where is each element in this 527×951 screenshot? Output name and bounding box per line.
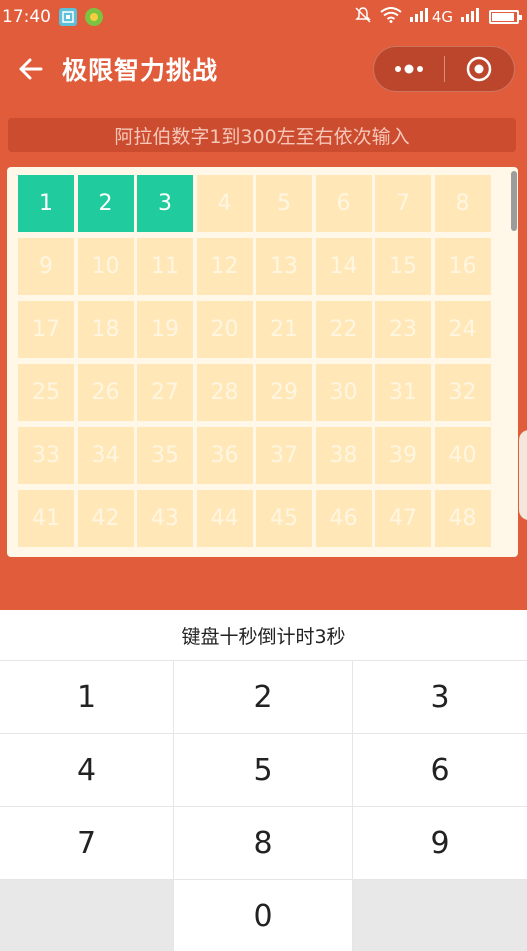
grid-cell: 25 bbox=[18, 364, 74, 421]
mute-icon bbox=[354, 6, 372, 29]
keyboard-key-7[interactable]: 7 bbox=[0, 807, 174, 880]
grid-cell: 36 bbox=[196, 427, 253, 484]
battery-icon bbox=[489, 10, 522, 24]
status-bar: 17:40 4G bbox=[0, 0, 527, 34]
grid-cell: 29 bbox=[256, 364, 312, 421]
grid-cell: 48 bbox=[434, 490, 491, 547]
grid-cell: 24 bbox=[434, 301, 491, 358]
grid-scrollbar[interactable] bbox=[511, 171, 517, 231]
grid-cell: 11 bbox=[137, 238, 193, 295]
keyboard-blank-key bbox=[0, 880, 174, 951]
grid-cell: 9 bbox=[18, 238, 74, 295]
grid-cell: 3 bbox=[137, 175, 193, 232]
keyboard-key-5[interactable]: 5 bbox=[174, 734, 353, 807]
grid-cell: 8 bbox=[434, 175, 491, 232]
grid-cell: 33 bbox=[18, 427, 74, 484]
nav-bar: 极限智力挑战 bbox=[0, 34, 527, 104]
grid-cell: 41 bbox=[18, 490, 74, 547]
page-title: 极限智力挑战 bbox=[62, 56, 219, 85]
grid-cell: 28 bbox=[196, 364, 253, 421]
grid-cell: 4 bbox=[196, 175, 253, 232]
grid-cell: 5 bbox=[256, 175, 312, 232]
grid-cell: 22 bbox=[315, 301, 372, 358]
keyboard-key-6[interactable]: 6 bbox=[353, 734, 527, 807]
close-button[interactable] bbox=[445, 47, 515, 91]
grid-cell: 20 bbox=[196, 301, 253, 358]
arrow-left-icon bbox=[19, 58, 43, 80]
grid-cell: 7 bbox=[375, 175, 431, 232]
grid-cell: 10 bbox=[77, 238, 134, 295]
grid-cell: 27 bbox=[137, 364, 193, 421]
grid-cell: 15 bbox=[375, 238, 431, 295]
instruction-banner: 阿拉伯数字1到300左至右依次输入 bbox=[8, 118, 516, 152]
target-circle-icon bbox=[467, 56, 492, 82]
grid-cell: 19 bbox=[137, 301, 193, 358]
grid-cell: 32 bbox=[434, 364, 491, 421]
grid-cell: 21 bbox=[256, 301, 312, 358]
status-left: 17:40 bbox=[2, 7, 103, 27]
grid-cell: 12 bbox=[196, 238, 253, 295]
grid-cell: 23 bbox=[375, 301, 431, 358]
grid-cell: 26 bbox=[77, 364, 134, 421]
signal-icon-2 bbox=[461, 7, 481, 27]
keyboard-key-4[interactable]: 4 bbox=[0, 734, 174, 807]
status-right: 4G bbox=[354, 6, 522, 29]
keyboard-countdown: 键盘十秒倒计时3秒 bbox=[0, 610, 527, 661]
status-time: 17:40 bbox=[2, 7, 51, 27]
grid-cell: 42 bbox=[77, 490, 134, 547]
side-drawer-handle[interactable] bbox=[519, 430, 527, 520]
keyboard-key-2[interactable]: 2 bbox=[174, 661, 353, 734]
grid-cell: 39 bbox=[375, 427, 431, 484]
grid-cell: 35 bbox=[137, 427, 193, 484]
wifi-icon bbox=[380, 6, 402, 28]
number-grid-panel: 1 2 3 4 5 6 7 8 9 10 11 12 13 14 15 16 17 18 19 20 21 22 23 24 2… bbox=[7, 167, 518, 557]
grid-cell: 18 bbox=[77, 301, 134, 358]
grid-cell: 40 bbox=[434, 427, 491, 484]
grid-cell: 30 bbox=[315, 364, 372, 421]
grid-cell: 44 bbox=[196, 490, 253, 547]
scan-notification-icon bbox=[59, 8, 77, 26]
keyboard-keys: 123 456 7890 bbox=[0, 661, 527, 951]
number-keyboard: 键盘十秒倒计时3秒 123 456 7890 bbox=[0, 610, 527, 951]
grid-cell: 6 bbox=[315, 175, 372, 232]
grid-cell: 14 bbox=[315, 238, 372, 295]
grid-cell: 47 bbox=[375, 490, 431, 547]
keyboard-key-3[interactable]: 3 bbox=[353, 661, 527, 734]
keyboard-key-0[interactable]: 0 bbox=[174, 880, 353, 951]
grid-cell: 43 bbox=[137, 490, 193, 547]
grid-cell: 2 bbox=[77, 175, 134, 232]
back-button[interactable] bbox=[0, 34, 62, 104]
keyboard-key-9[interactable]: 9 bbox=[353, 807, 527, 880]
more-button[interactable] bbox=[374, 47, 444, 91]
keyboard-blank-key bbox=[353, 880, 527, 951]
grid-cell: 17 bbox=[18, 301, 74, 358]
app-notification-icon bbox=[85, 8, 103, 26]
signal-icon bbox=[409, 7, 430, 27]
grid-cell: 46 bbox=[315, 490, 372, 547]
grid-cell: 1 bbox=[18, 175, 74, 232]
network-type: 4G bbox=[431, 8, 453, 26]
grid-cell: 38 bbox=[315, 427, 372, 484]
grid-cell: 31 bbox=[375, 364, 431, 421]
more-dots-icon bbox=[394, 64, 423, 74]
grid-cell: 13 bbox=[256, 238, 312, 295]
grid-cell: 34 bbox=[77, 427, 134, 484]
grid-cell: 37 bbox=[256, 427, 312, 484]
mini-program-capsule bbox=[373, 46, 515, 92]
number-grid: 1 2 3 4 5 6 7 8 9 10 11 12 13 14 15 16 17 18 19 20 21 22 23 24 2… bbox=[18, 175, 491, 547]
keyboard-key-1[interactable]: 1 bbox=[0, 661, 174, 734]
grid-cell: 16 bbox=[434, 238, 491, 295]
grid-cell: 45 bbox=[256, 490, 312, 547]
keyboard-key-8[interactable]: 8 bbox=[174, 807, 353, 880]
